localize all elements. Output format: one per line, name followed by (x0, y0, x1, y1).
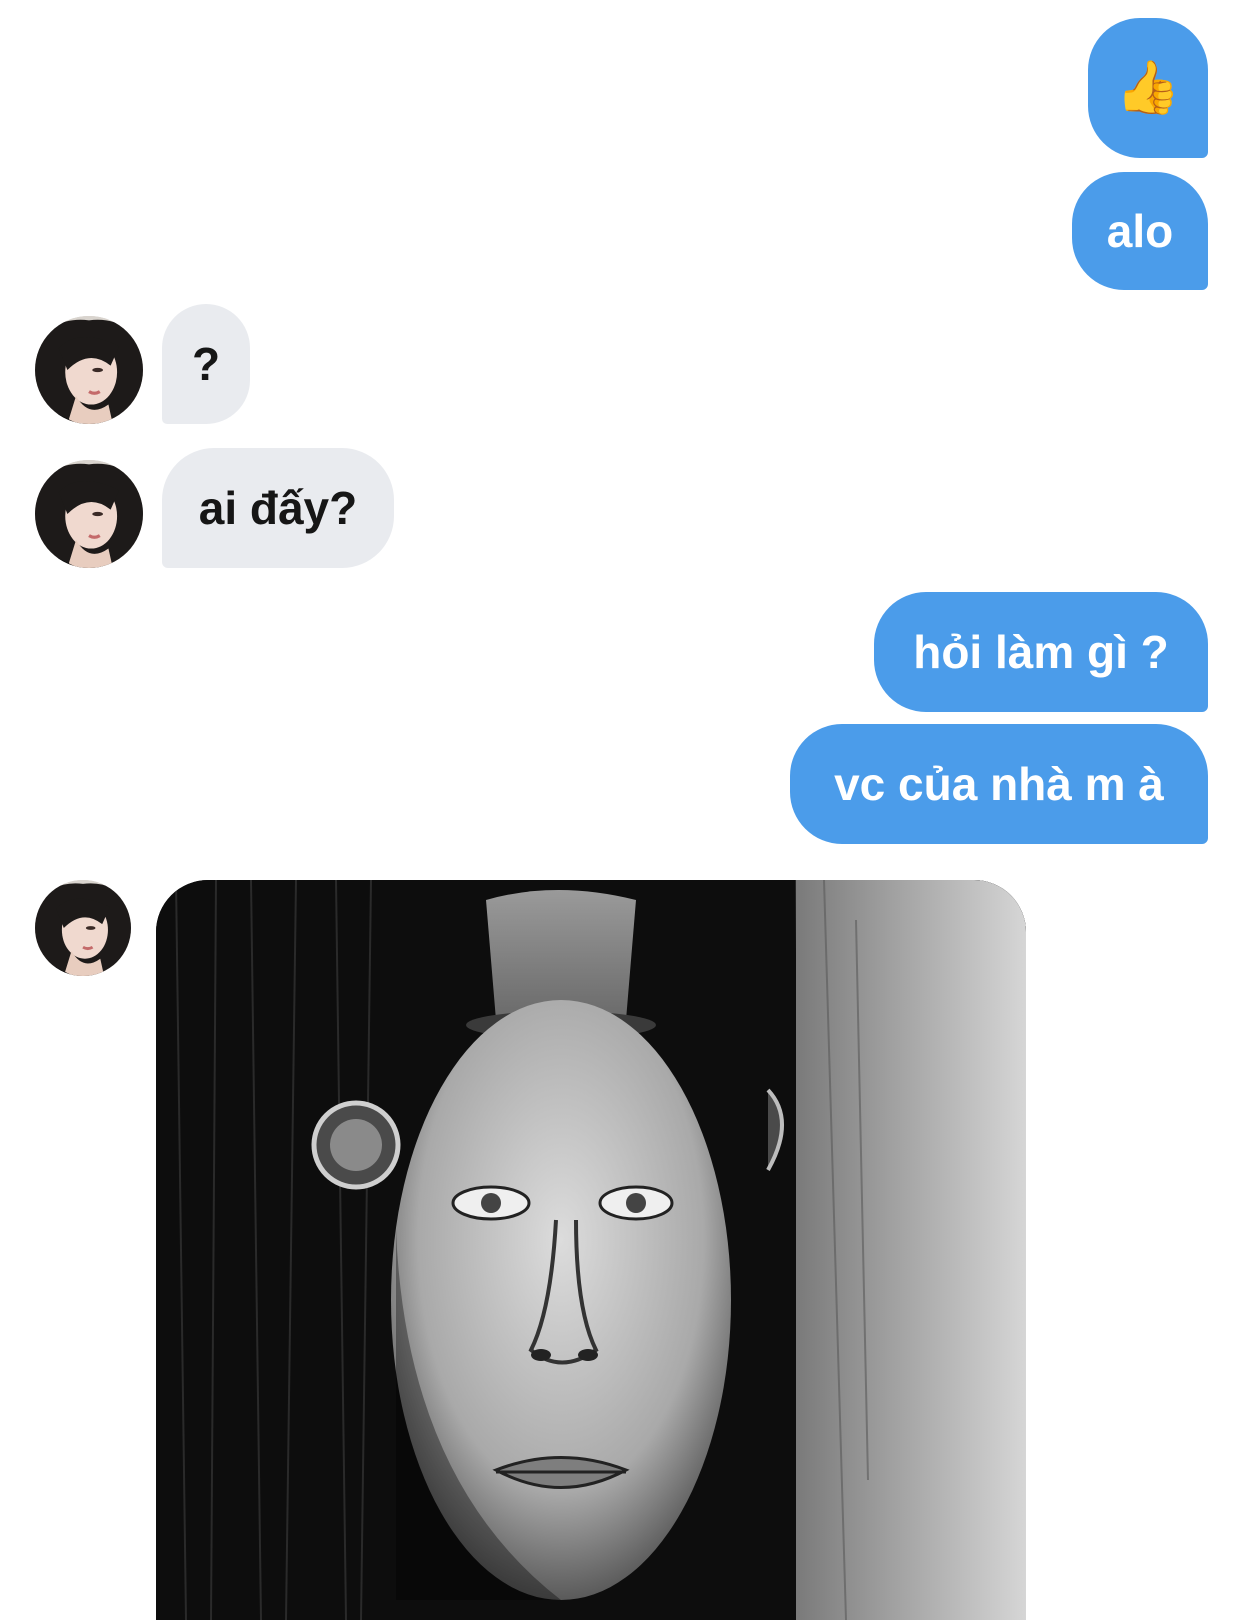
message-text: hỏi làm gì ? (913, 626, 1169, 678)
pencil-drawing-face-image[interactable] (156, 880, 1026, 1620)
message-thread: 👍 alo ? ai đấy? hỏi làm gì ? vc của nhà … (0, 0, 1242, 1620)
incoming-message-bubble[interactable]: ai đấy? (162, 448, 394, 568)
contact-avatar-icon[interactable] (35, 880, 131, 976)
outgoing-message-bubble[interactable]: vc của nhà m à (790, 724, 1208, 844)
contact-avatar-icon[interactable] (35, 316, 143, 424)
outgoing-message-bubble[interactable]: hỏi làm gì ? (874, 592, 1208, 712)
outgoing-message-bubble[interactable]: 👍 (1088, 18, 1208, 158)
incoming-message-bubble[interactable]: ? (162, 304, 250, 424)
message-text: ai đấy? (198, 482, 358, 534)
thumbs-up-emoji: 👍 (1115, 59, 1181, 117)
contact-avatar-icon[interactable] (35, 460, 143, 568)
message-text: ? (191, 338, 221, 390)
outgoing-message-bubble[interactable]: alo (1072, 172, 1208, 290)
message-text: alo (1106, 205, 1174, 257)
message-text: vc của nhà m à (834, 758, 1164, 810)
